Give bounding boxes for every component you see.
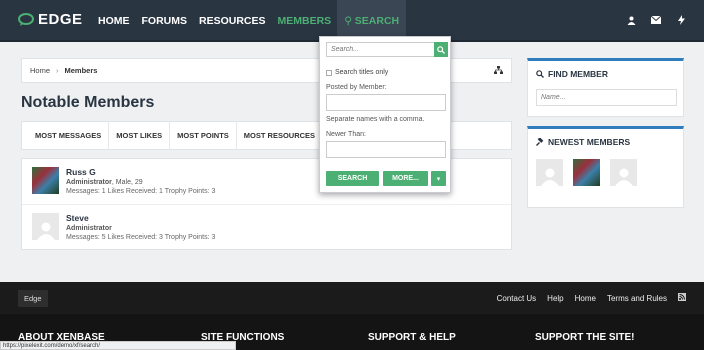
breadcrumb-home[interactable]: Home	[30, 66, 50, 75]
tab-most-messages[interactable]: MOST MESSAGES	[28, 121, 110, 150]
footer-columns: ABOUT XENBASE SITE FUNCTIONS SUPPORT & H…	[0, 314, 704, 343]
titles-only-checkbox[interactable]: Search titles only	[326, 69, 388, 76]
nav-forums[interactable]: FORUMS	[136, 0, 194, 42]
newer-than-label: Newer Than:	[326, 131, 366, 138]
rss-icon[interactable]	[678, 293, 686, 303]
newest-members-block: NEWEST MEMBERS	[527, 126, 684, 208]
member-name[interactable]: Russ G	[66, 167, 215, 177]
header-icons	[626, 15, 686, 25]
avatar[interactable]	[32, 167, 59, 194]
tab-most-resources[interactable]: MOST RESOURCES	[237, 121, 324, 150]
sitemap-icon[interactable]	[494, 65, 503, 76]
avatar[interactable]	[536, 159, 563, 186]
member-role-title: Administrator	[66, 225, 112, 232]
search-dropdown: Search titles only Posted by Member: Sep…	[319, 36, 451, 193]
footer-link-contact[interactable]: Contact Us	[497, 294, 537, 303]
find-member-title-text: FIND MEMBER	[548, 69, 608, 79]
envelope-icon[interactable]	[651, 15, 661, 25]
chevron-right-icon: ›	[56, 66, 59, 75]
tab-most-likes[interactable]: MOST LIKES	[109, 121, 171, 150]
tab-most-points[interactable]: MOST POINTS	[170, 121, 237, 150]
site-logo[interactable]: EDGE	[18, 11, 83, 28]
member-role: Administrator, Male, 29	[66, 179, 215, 186]
dropdown-caret-icon[interactable]: ▾	[431, 171, 446, 186]
footer-link-home[interactable]: Home	[575, 294, 596, 303]
list-item: Steve Administrator Messages: 5 Likes Re…	[22, 204, 511, 249]
newest-member-avatars	[528, 153, 683, 196]
member-role: Administrator	[66, 225, 215, 232]
browser-status-url: https://pixelexit.com/demo/xf/search/	[0, 341, 236, 350]
nav-resources[interactable]: RESOURCES	[193, 0, 272, 42]
posted-by-input[interactable]	[326, 94, 446, 111]
footer-col-support-help: SUPPORT & HELP	[368, 332, 456, 343]
titles-only-label: Search titles only	[335, 69, 389, 76]
chat-bubble-icon	[18, 13, 34, 26]
member-stats: Messages: 5 Likes Received: 3 Trophy Poi…	[66, 234, 216, 241]
checkbox-icon	[326, 69, 332, 76]
posted-by-label: Posted by Member:	[326, 84, 387, 91]
footer-link-help[interactable]: Help	[547, 294, 563, 303]
nav-search-label: SEARCH	[354, 15, 400, 27]
find-member-input[interactable]	[536, 89, 677, 106]
avatar[interactable]	[610, 159, 637, 186]
gavel-icon	[536, 138, 544, 146]
member-details: , Male, 29	[111, 179, 143, 186]
avatar[interactable]	[32, 213, 59, 240]
search-icon	[536, 70, 544, 78]
site-footer: Edge Contact Us Help Home Terms and Rule…	[0, 282, 704, 350]
member-role-title: Administrator	[66, 179, 112, 186]
search-input[interactable]	[326, 42, 435, 57]
footer-col-support-site: SUPPORT THE SITE!	[535, 332, 635, 343]
avatar[interactable]	[573, 159, 600, 186]
logo-text: EDGE	[38, 11, 83, 28]
search-icon: ⚲	[344, 15, 355, 27]
footer-link-terms[interactable]: Terms and Rules	[607, 294, 667, 303]
search-button[interactable]: SEARCH	[326, 171, 379, 186]
footer-links: Contact Us Help Home Terms and Rules	[497, 293, 686, 303]
breadcrumb-current[interactable]: Members	[65, 66, 98, 75]
footer-bar: Edge Contact Us Help Home Terms and Rule…	[0, 282, 704, 314]
find-member-title: FIND MEMBER	[528, 61, 683, 85]
search-submit-icon[interactable]	[434, 42, 448, 57]
newer-than-input[interactable]	[326, 141, 446, 158]
style-chooser[interactable]: Edge	[18, 289, 48, 307]
newest-members-title: NEWEST MEMBERS	[528, 129, 683, 153]
find-member-block: FIND MEMBER	[527, 58, 684, 117]
newest-members-title-text: NEWEST MEMBERS	[548, 137, 631, 147]
user-icon[interactable]	[626, 15, 636, 25]
names-hint: Separate names with a comma.	[326, 116, 425, 123]
nav-home[interactable]: HOME	[92, 0, 136, 42]
member-stats: Messages: 1 Likes Received: 1 Trophy Poi…	[66, 188, 216, 195]
more-button[interactable]: MORE...	[383, 171, 428, 186]
member-name[interactable]: Steve	[66, 213, 215, 223]
bolt-icon[interactable]	[676, 15, 686, 25]
